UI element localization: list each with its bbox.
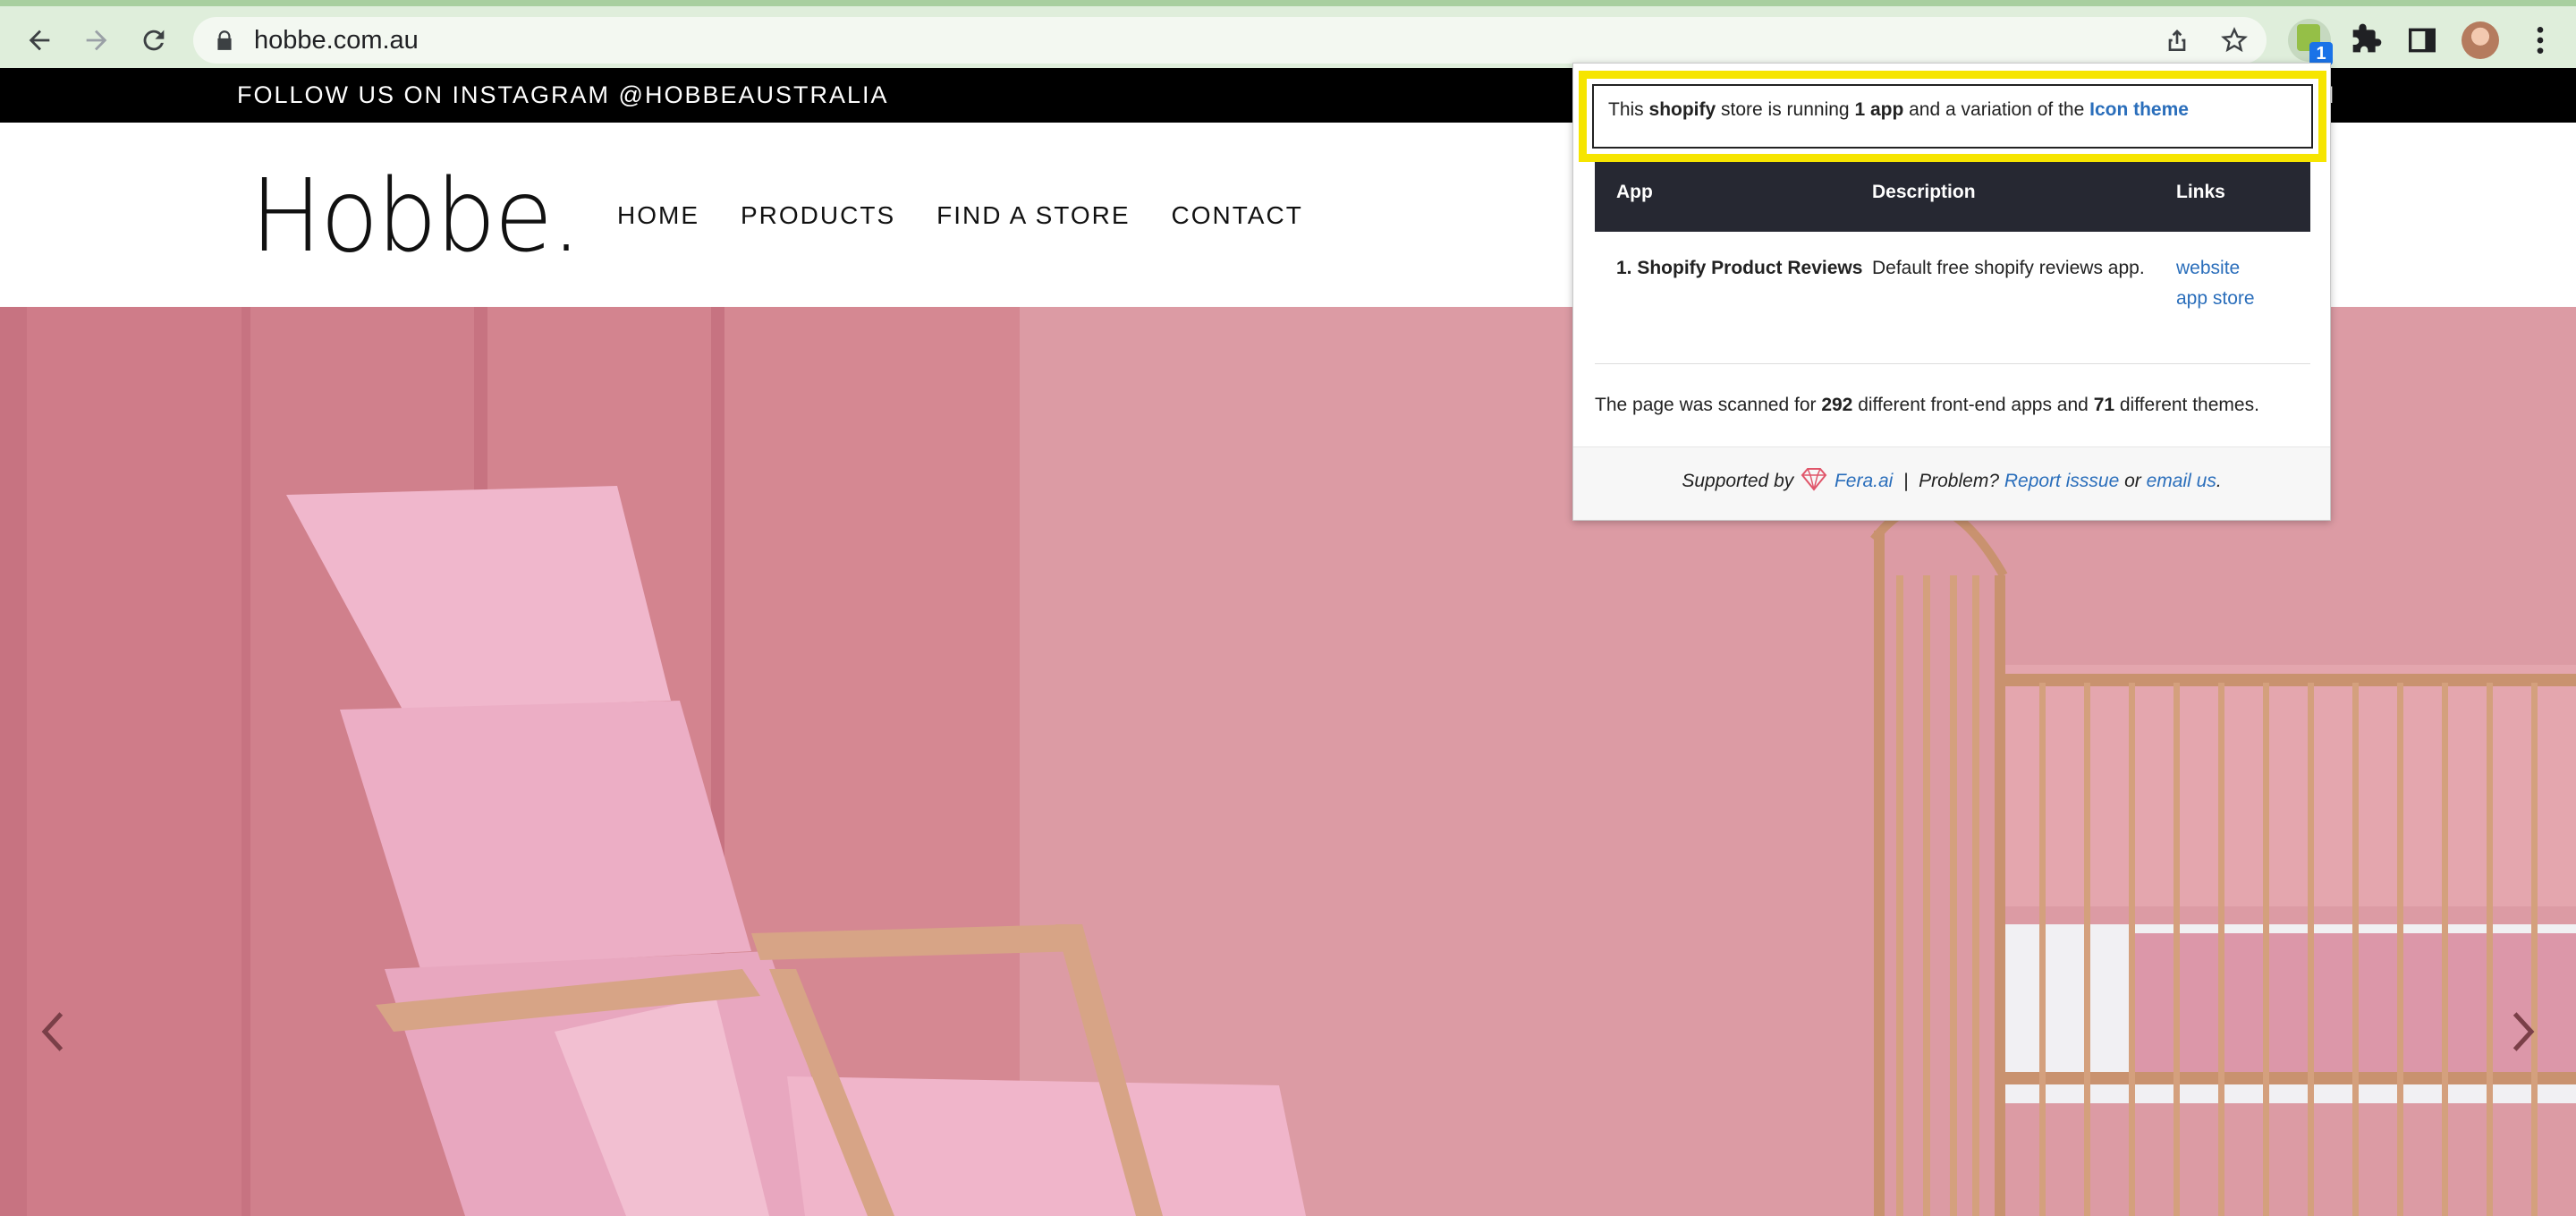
share-icon[interactable] [2163,26,2191,55]
slide-prev-icon[interactable] [36,1009,72,1054]
back-arrow-icon [29,30,50,51]
profile-avatar[interactable] [2462,21,2499,59]
apps-table: App Description Links 1. Shopify Product… [1595,162,2310,364]
nav-contact[interactable]: CONTACT [1172,201,1303,230]
menu-kebab-icon[interactable] [2522,22,2558,58]
forward-arrow-icon [86,30,107,51]
header-app: App [1616,182,1653,202]
header-links: Links [2176,182,2225,202]
address-bar[interactable]: hobbe.com.au [193,17,2267,64]
fera-link[interactable]: Fera.ai [1835,471,1893,491]
popup-footer: Supported by Fera.ai | Problem? Report i… [1573,446,2330,520]
app-count: 1 app [1854,99,1904,120]
summary-text: This [1608,99,1649,120]
back-button[interactable] [18,19,61,62]
scan-info: The page was scanned for 292 different f… [1595,395,2259,416]
app-links: website app store [2176,232,2310,363]
instagram-announcement[interactable]: FOLLOW US ON INSTAGRAM @HOBBEAUSTRALIA [237,81,889,109]
report-issue-link[interactable]: Report isssue [2004,471,2119,491]
main-nav: HOME PRODUCTS FIND A STORE CONTACT [617,201,1344,230]
side-panel-icon[interactable] [2404,22,2440,58]
table-header: App Description Links [1595,162,2310,232]
supported-by-text: Supported by [1682,471,1794,491]
email-us-link[interactable]: email us [2147,471,2216,491]
scan-text: different themes. [2114,395,2259,415]
theme-link[interactable]: Icon theme [2089,99,2189,120]
problem-text: Problem? [1919,471,2000,491]
website-link[interactable]: website [2176,251,2310,285]
reload-button[interactable] [132,19,175,62]
separator: | [1902,471,1909,491]
store-summary: This shopify store is running 1 app and … [1592,84,2313,149]
puzzle-extensions-icon[interactable] [2347,22,2383,58]
slide-next-icon[interactable] [2504,1009,2540,1054]
reload-icon [143,30,165,51]
nav-home[interactable]: HOME [617,201,699,230]
summary-text: store is running [1716,99,1855,120]
summary-highlight: This shopify store is running 1 app and … [1579,71,2326,162]
app-description: Default free shopify reviews app. [1872,258,2145,278]
fera-diamond-icon [1801,468,1827,492]
shopify-app-detector-popup: This shopify store is running 1 app and … [1572,63,2331,521]
scan-text: The page was scanned for [1595,395,1822,415]
header-description: Description [1872,182,1976,202]
site-logo[interactable]: Hobbe. [250,158,581,275]
scan-text: different front-end apps and [1852,395,2094,415]
forward-button[interactable] [75,19,118,62]
browser-toolbar: hobbe.com.au 1 [0,0,2576,68]
scanned-themes-count: 71 [2093,395,2115,415]
table-row: 1. Shopify Product Reviews Default free … [1595,232,2310,364]
summary-text: and a variation of the [1903,99,2090,120]
nav-products[interactable]: PRODUCTS [741,201,895,230]
platform-name: shopify [1648,99,1716,120]
bookmark-star-icon[interactable] [2220,26,2249,55]
footer-period: . [2216,471,2222,491]
headboard-panel [27,307,242,1216]
app-name: 1. Shopify Product Reviews [1616,258,1863,278]
or-text: or [2124,471,2141,491]
url-text[interactable]: hobbe.com.au [254,26,419,55]
nav-find-a-store[interactable]: FIND A STORE [936,201,1130,230]
scanned-apps-count: 292 [1821,395,1853,415]
app-store-link[interactable]: app store [2176,282,2310,316]
lock-icon [217,30,232,50]
